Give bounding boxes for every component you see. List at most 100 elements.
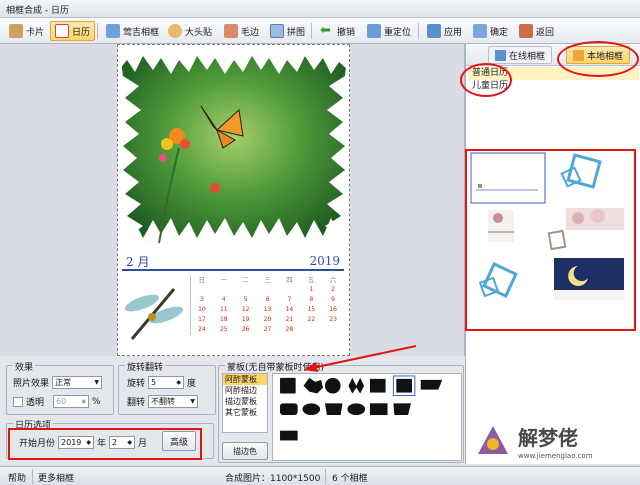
help-link[interactable]: 帮助 [8, 471, 26, 484]
transparent-checkbox[interactable] [13, 396, 23, 407]
card-button[interactable]: 卡片 [4, 21, 49, 41]
calendar-day: 15 [307, 306, 316, 313]
rotate-input[interactable]: 5 ◆ [148, 376, 185, 389]
mask-shape[interactable] [420, 379, 443, 390]
annotation-frame-list [460, 63, 512, 97]
back-label: 返回 [536, 27, 555, 38]
status-bar: 帮助 更多相框 合成图片：1100*1500 6 个相框 [0, 466, 640, 485]
calendar-day: 10 [198, 306, 206, 313]
weekday-row: 日一二三四五六 [191, 275, 344, 285]
confirm-icon [473, 24, 487, 38]
flip-select[interactable]: 不翻转 ▼ [148, 395, 199, 408]
calendar-day: 27 [263, 326, 272, 333]
mask-shape-grid[interactable] [272, 373, 462, 461]
spinner-icon: ◆ [81, 398, 87, 405]
apply-label: 应用 [444, 27, 463, 38]
border-button[interactable]: 毛边 [219, 21, 264, 41]
mask-shape[interactable] [396, 378, 412, 393]
mask-shape[interactable] [369, 403, 388, 416]
calendar-week-row: 10 11 12 13 14 15 16 [191, 305, 344, 315]
calendar-day: 8 [309, 296, 314, 303]
frame-count: 6 个相框 [332, 474, 368, 484]
chevron-down-icon: ▼ [190, 398, 196, 405]
calendar-day: 1 [309, 286, 314, 293]
mask-shape[interactable] [280, 377, 296, 394]
mask-item[interactable]: 描边蒙板 [223, 396, 267, 407]
calendar-day: 9 [331, 296, 335, 303]
mask-shape[interactable] [302, 403, 321, 416]
mask-shape[interactable] [393, 403, 411, 416]
stroke-color-button[interactable]: 描边色 [222, 442, 268, 460]
dragonfly-image [124, 288, 184, 340]
calendar-day: 7 [287, 296, 292, 303]
rotate-group: 旋转翻转 旋转 5 ◆ 度 翻转 不翻转 ▼ [118, 360, 216, 415]
watermark-url: www.jiemenglao.com [518, 452, 593, 460]
sticker-button[interactable]: 大头贴 [163, 21, 217, 41]
collage-icon [270, 24, 284, 38]
mask-shape[interactable] [369, 378, 386, 393]
reset-position-icon [367, 24, 381, 38]
mask-item[interactable]: 其它蒙板 [223, 407, 267, 418]
more-frames-link[interactable]: 更多相框 [38, 471, 74, 484]
calendar-day: 14 [285, 306, 294, 313]
annotation-thumbnails [465, 149, 636, 331]
transparency-input[interactable]: 60 ◆ [53, 395, 90, 408]
calendar-day [235, 285, 257, 295]
calendar-day [278, 285, 300, 295]
calendar-header: 2 月 2019 [122, 251, 344, 271]
mask-shape[interactable] [348, 377, 365, 394]
butterfly-photo [119, 48, 348, 246]
calendar-day: 17 [198, 316, 206, 323]
rotate-group-label: 旋转翻转 [125, 360, 166, 373]
apply-button[interactable]: 应用 [422, 21, 467, 41]
effects-group-label: 效果 [13, 360, 36, 373]
mask-shape[interactable] [280, 403, 298, 416]
tab-online-label: 在线相框 [509, 51, 546, 62]
transparent-field: 透明 60 ◆ % [13, 395, 101, 408]
confirm-button[interactable]: 确定 [468, 21, 513, 41]
mask-shape[interactable] [324, 403, 343, 416]
calendar-canvas[interactable]: 2 月 2019 日一二三四五六 1 2 3 4 5 6 7 8 9 10 11 12 13 14 15 16… [117, 44, 350, 356]
undo-button[interactable]: ⬅ 撤销 [315, 21, 360, 41]
border-icon [224, 24, 238, 38]
calendar-day [257, 285, 279, 295]
mask-shape[interactable] [347, 403, 366, 416]
calendar-day: 20 [263, 316, 272, 323]
status-divider [32, 469, 33, 484]
back-button[interactable]: 返回 [514, 21, 559, 41]
mask-shape[interactable] [303, 377, 324, 394]
reset-position-button[interactable]: 重定位 [362, 21, 416, 41]
calendar-week-row: 24 25 26 27 28 [191, 325, 344, 335]
tab-online-frames[interactable]: 在线相框 [488, 46, 553, 64]
photo-effect-value: 正常 [55, 378, 72, 387]
calendar-day: 23 [329, 316, 337, 323]
chevron-down-icon: ▼ [94, 379, 100, 386]
calendar-day: 3 [200, 296, 204, 303]
mask-item[interactable]: 阿酢描边 [223, 385, 267, 396]
weekday-label: 六 [329, 276, 337, 284]
calendar-day [213, 285, 235, 295]
mask-item-selected[interactable]: 阿酢蒙板 [223, 374, 267, 385]
rotate-value: 5 [151, 378, 157, 387]
mask-type-list: 阿酢蒙板 阿酢描边 描边蒙板 其它蒙板 [222, 373, 268, 433]
watermark-name: 解梦佬 [518, 426, 578, 450]
mask-shape[interactable] [280, 430, 298, 441]
title-bar: 相框合成 - 日历 [0, 0, 640, 18]
collage-button[interactable]: 拼图 [265, 21, 310, 41]
photo-effect-select[interactable]: 正常 ▼ [52, 376, 103, 389]
annotation-highlight [8, 428, 202, 460]
calendar-day: 12 [241, 306, 250, 313]
calendar-day: 16 [329, 306, 337, 313]
calendar-day: 2 [331, 286, 335, 293]
transparency-value: 60 [56, 397, 67, 406]
calendar-day: 4 [221, 296, 226, 303]
framed-photo[interactable] [119, 48, 348, 246]
rotate-field: 旋转 5 ◆ 度 [127, 376, 196, 389]
flip-field: 翻转 不翻转 ▼ [127, 395, 199, 408]
degree-label: 度 [187, 379, 197, 389]
mask-shape[interactable] [324, 377, 341, 394]
calendar-button[interactable]: 日历 [50, 21, 96, 41]
sticker-icon [168, 24, 182, 38]
calendar-month: 2 月 [126, 255, 150, 269]
auspicious-frame-button[interactable]: 莺吉相框 [101, 21, 164, 41]
